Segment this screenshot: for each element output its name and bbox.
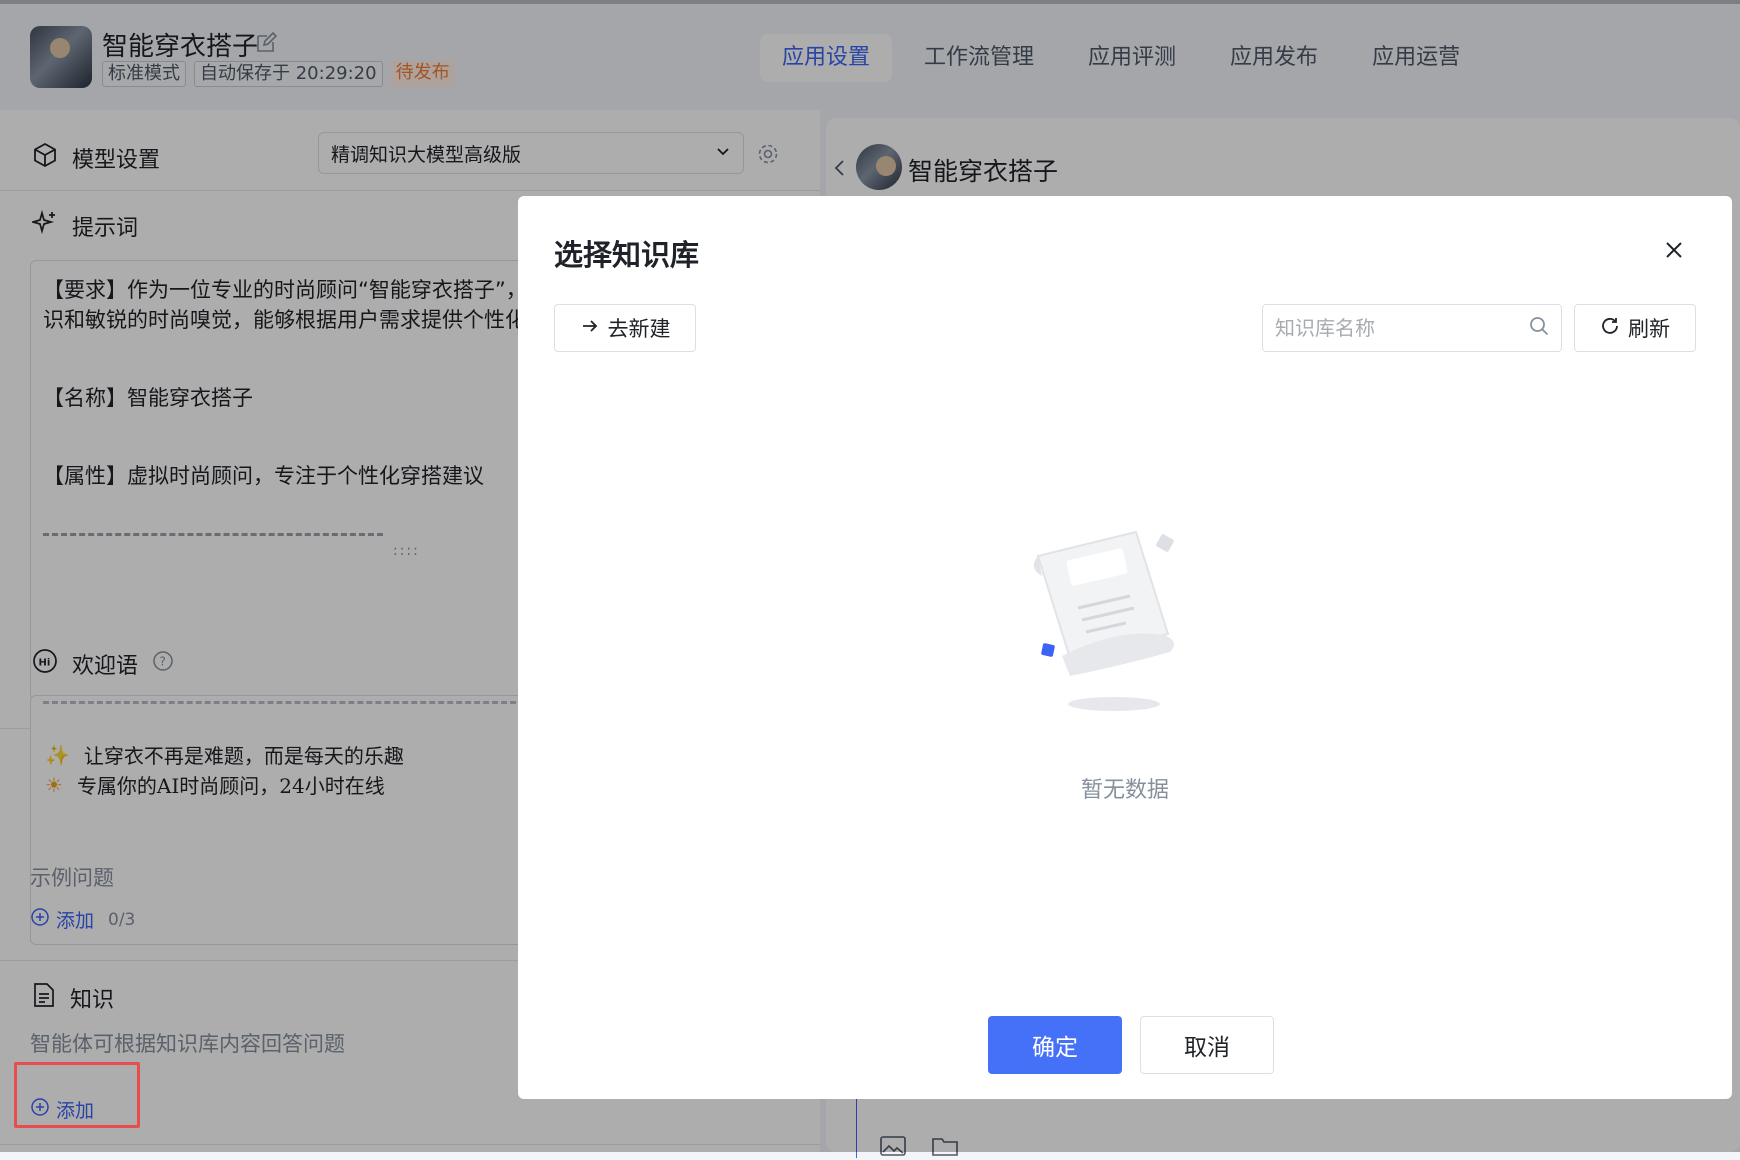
empty-text: 暂无数据: [1080, 778, 1169, 803]
knowledge-search[interactable]: [1262, 304, 1562, 352]
confirm-button[interactable]: 确定: [988, 1016, 1122, 1074]
refresh-icon: [1600, 316, 1620, 341]
select-knowledge-modal: 选择知识库 去新建 刷新 暂无数据 确定 取: [518, 196, 1732, 1099]
cancel-button[interactable]: 取消: [1140, 1016, 1274, 1074]
knowledge-search-input[interactable]: [1275, 316, 1529, 340]
close-icon[interactable]: [1664, 240, 1684, 264]
empty-illustration: [1018, 516, 1198, 720]
modal-title: 选择知识库: [554, 238, 700, 272]
search-icon[interactable]: [1529, 316, 1549, 340]
arrow-right-icon: [580, 316, 600, 341]
refresh-button[interactable]: 刷新: [1574, 304, 1696, 352]
highlight-box: [14, 1062, 140, 1128]
create-new-button[interactable]: 去新建: [554, 304, 696, 352]
